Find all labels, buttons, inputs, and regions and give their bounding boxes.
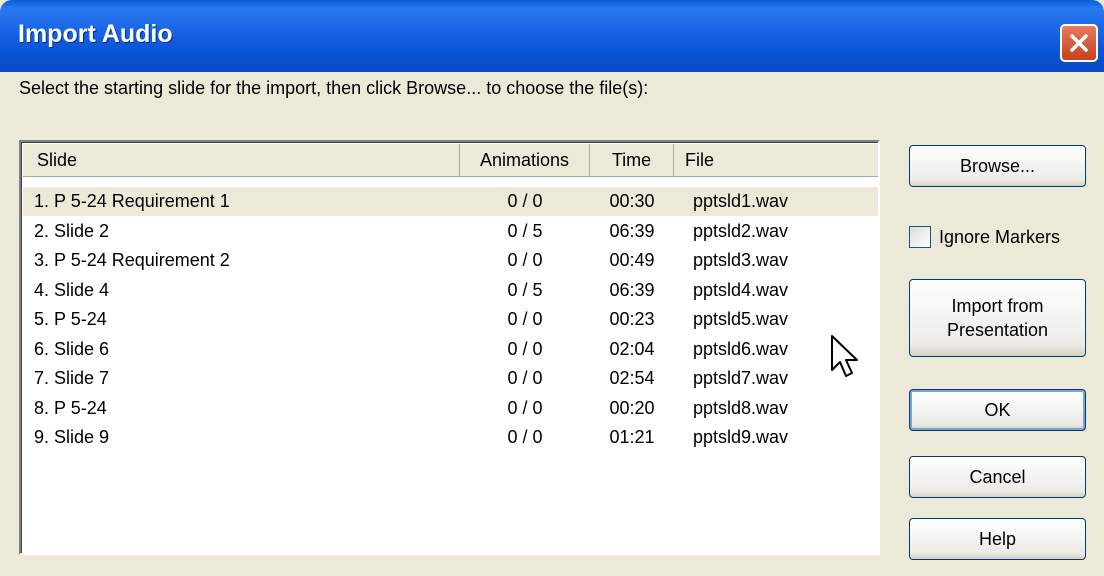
table-row[interactable]: 9. Slide 9 0 / 0 01:21 pptsld9.wav: [23, 423, 878, 452]
row-time-cell: 06:39: [609, 220, 655, 241]
row-slide-cell: 4. Slide 4: [34, 279, 110, 300]
column-header-slide[interactable]: Slide: [23, 144, 460, 176]
import-audio-dialog: Import Audio Select the starting slide f…: [0, 0, 1104, 576]
table-row[interactable]: 8. P 5-24 0 / 0 00:20 pptsld8.wav: [23, 394, 878, 423]
ignore-markers-checkbox[interactable]: [909, 226, 931, 248]
list-header: Slide Animations Time File: [23, 144, 878, 177]
row-time-cell: 00:49: [609, 250, 655, 270]
table-row[interactable]: 4. Slide 4 0 / 5 06:39 pptsld4.wav: [23, 276, 878, 305]
row-slide-cell: 3. P 5-24 Requirement 2: [34, 250, 230, 270]
table-row[interactable]: 2. Slide 2 0 / 5 06:39 pptsld2.wav: [23, 217, 878, 246]
browse-button[interactable]: Browse...: [909, 145, 1086, 187]
row-time-cell: 02:54: [609, 368, 655, 388]
table-row[interactable]: 1. P 5-24 Requirement 1 0 / 0 00:30 pptsld1…: [23, 187, 878, 216]
instruction-text: Select the starting slide for the import…: [19, 78, 649, 98]
row-slide-cell: 9. Slide 9: [34, 427, 110, 447]
table-row[interactable]: 5. P 5-24 0 / 0 00:23 pptsld5.wav: [23, 305, 878, 334]
row-slide-cell: 7. Slide 7: [34, 368, 110, 388]
column-header-animations[interactable]: Animations: [460, 144, 590, 176]
close-button[interactable]: [1060, 24, 1098, 62]
row-file-cell: pptsld8.wav: [693, 397, 789, 418]
mouse-pointer-icon: [831, 335, 858, 377]
slide-list[interactable]: Slide Animations Time File 1. P 5-24 Req…: [19, 140, 880, 555]
row-file-cell: pptsld2.wav: [693, 220, 789, 241]
help-button[interactable]: Help: [909, 518, 1086, 560]
table-row[interactable]: 6. Slide 6 0 / 0 02:04 pptsld6.wav: [23, 335, 878, 364]
row-animations-cell: 0 / 0: [507, 338, 543, 359]
row-slide-cell: 5. P 5-24: [34, 309, 107, 329]
row-file-cell: pptsld5.wav: [693, 309, 789, 329]
row-file-cell: pptsld9.wav: [693, 427, 789, 447]
row-slide-cell: 6. Slide 6: [34, 338, 110, 359]
row-file-cell: pptsld4.wav: [693, 279, 789, 300]
cancel-button[interactable]: Cancel: [909, 456, 1086, 498]
row-animations-cell: 0 / 5: [507, 220, 543, 241]
close-icon: [1070, 34, 1088, 52]
row-animations-cell: 0 / 0: [507, 309, 543, 329]
row-slide-cell: 2. Slide 2: [34, 220, 110, 241]
import-from-presentation-button[interactable]: Import from Presentation: [909, 279, 1086, 357]
column-header-time[interactable]: Time: [590, 144, 674, 176]
row-time-cell: 02:04: [609, 338, 655, 359]
table-row[interactable]: 7. Slide 7 0 / 0 02:54 pptsld7.wav: [23, 364, 878, 393]
window-title: Import Audio: [18, 20, 173, 48]
import-button-line1: Import from: [951, 296, 1044, 316]
row-file-cell: pptsld6.wav: [693, 338, 789, 359]
row-slide-cell: 8. P 5-24: [34, 397, 107, 418]
row-time-cell: 01:21: [609, 427, 655, 447]
row-file-cell: pptsld1.wav: [693, 191, 789, 211]
row-time-cell: 00:20: [609, 397, 655, 418]
row-animations-cell: 0 / 0: [507, 397, 543, 418]
row-animations-cell: 0 / 0: [507, 368, 543, 388]
table-row[interactable]: 3. P 5-24 Requirement 2 0 / 0 00:49 pptsld3…: [23, 246, 878, 275]
ok-button[interactable]: OK: [909, 389, 1086, 431]
row-time-cell: 00:30: [609, 191, 655, 211]
row-animations-cell: 0 / 5: [507, 279, 543, 300]
row-slide-cell: 1. P 5-24 Requirement 1: [34, 191, 230, 211]
row-animations-cell: 0 / 0: [507, 191, 543, 211]
row-file-cell: pptsld3.wav: [693, 250, 789, 270]
row-time-cell: 06:39: [609, 279, 655, 300]
column-header-file[interactable]: File: [674, 144, 878, 176]
row-animations-cell: 0 / 0: [507, 427, 543, 447]
row-time-cell: 00:23: [609, 309, 655, 329]
row-file-cell: pptsld7.wav: [693, 368, 789, 388]
row-animations-cell: 0 / 0: [507, 250, 543, 270]
title-bar[interactable]: Import Audio: [0, 0, 1104, 72]
import-button-line2: Presentation: [946, 320, 1049, 340]
ignore-markers-label: Ignore Markers: [939, 227, 1061, 247]
